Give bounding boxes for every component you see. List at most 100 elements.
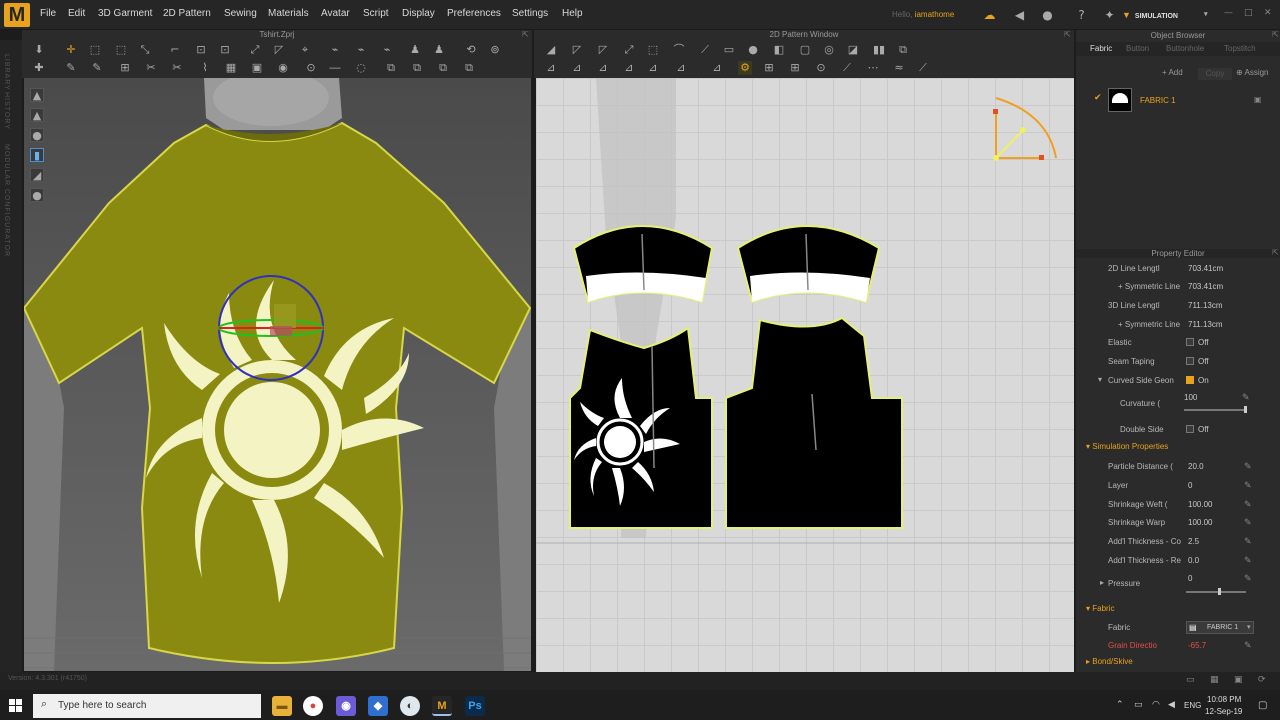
save-icon[interactable]: ▣ <box>1254 95 1262 104</box>
zipper-2d-icon[interactable]: ⟋ <box>916 61 930 75</box>
menu-display[interactable]: Display <box>402 8 435 19</box>
network-icon[interactable]: ▭ <box>1134 700 1143 710</box>
menu-materials[interactable]: Materials <box>268 8 309 19</box>
cut-icon[interactable]: ✂ <box>144 61 158 75</box>
tab-buttonhole[interactable]: Buttonhole <box>1166 44 1204 53</box>
user-icon[interactable]: ● <box>1040 8 1055 22</box>
prop-shrinkage-warp[interactable]: Shrinkage Warp 100.00 ✎ <box>1076 514 1280 532</box>
light-view-icon[interactable]: ● <box>30 188 44 202</box>
tab-modular-configurator[interactable]: MODULAR CONFIGURATOR <box>3 144 10 257</box>
polygon-icon[interactable]: ⬚ <box>646 43 660 57</box>
tack-icon[interactable]: ⌁ <box>380 43 394 57</box>
free-sew-2d-icon[interactable]: ⊿ <box>674 61 688 75</box>
undock-browser-icon[interactable]: ⇱ <box>1272 30 1279 39</box>
3d-viewport[interactable]: ▲ ▲ ● ▮ ◢ ● <box>24 78 531 671</box>
garment-view-icon[interactable]: ▲ <box>30 108 44 122</box>
edit-icon[interactable]: ✎ <box>1244 480 1252 491</box>
pressure-slider[interactable] <box>1186 591 1246 593</box>
menu-2d-pattern[interactable]: 2D Pattern <box>163 8 211 19</box>
menu-script[interactable]: Script <box>363 8 389 19</box>
app-purple-icon[interactable]: ◉ <box>336 696 356 716</box>
tape-icon[interactable]: ⊚ <box>488 43 502 57</box>
taskbar-search-box[interactable]: ⌕ Type here to search <box>33 694 261 718</box>
slider-handle[interactable] <box>1244 406 1247 413</box>
trace-2d-icon[interactable]: ⧉ <box>896 43 910 57</box>
pin-icon[interactable]: ⌖ <box>298 43 312 57</box>
circle-icon[interactable]: ● <box>746 43 760 57</box>
menu-3d-garment[interactable]: 3D Garment <box>98 8 152 19</box>
prop-particle-distance[interactable]: Particle Distance (20.0 ✎ <box>1076 458 1280 476</box>
prop-curved-side[interactable]: ▾ Curved Side Geon On <box>1076 372 1280 390</box>
transform-icon[interactable]: ⬚ <box>114 43 128 57</box>
speaker-icon[interactable]: ◀ <box>1012 8 1027 22</box>
double-side-checkbox[interactable] <box>1186 425 1194 433</box>
graphic-icon[interactable]: ▣ <box>250 61 264 75</box>
edit-icon[interactable]: ✎ <box>1244 555 1252 566</box>
edit-icon[interactable]: ✎ <box>1244 517 1252 528</box>
app-gray-icon[interactable]: ◐ <box>400 696 420 716</box>
slider-handle[interactable] <box>1218 588 1221 595</box>
move-icon[interactable]: ✛ <box>64 43 78 57</box>
tab-library[interactable]: LIBRARY <box>3 54 10 91</box>
sewing-icon[interactable]: ⌁ <box>328 43 342 57</box>
edit-icon[interactable]: ✎ <box>1244 499 1252 510</box>
seam-line-icon[interactable]: ⊿ <box>544 61 558 75</box>
edit-icon[interactable]: ✎ <box>1244 573 1252 584</box>
prop-thickness-collision[interactable]: Add'l Thickness - Co 2.5 ✎ <box>1076 533 1280 551</box>
buttonhole-2d-icon[interactable]: ⊙ <box>814 61 828 75</box>
fold-line-icon[interactable]: ◸ <box>272 43 286 57</box>
edit-curve-icon[interactable]: ⊡ <box>218 43 232 57</box>
undock-icon[interactable]: ⇱ <box>522 30 529 39</box>
shirt-icon[interactable]: ♟ <box>432 43 446 57</box>
grid-icon[interactable]: ▦ <box>1210 675 1219 685</box>
curved-side-checkbox[interactable] <box>1186 376 1194 384</box>
username[interactable]: iamathome <box>915 10 955 19</box>
arrange-icon[interactable]: ⌐ <box>168 43 182 57</box>
panel-icon[interactable]: ▣ <box>1234 675 1243 685</box>
menu-avatar[interactable]: Avatar <box>321 8 350 19</box>
buttonhole-icon[interactable]: ⊙ <box>304 61 318 75</box>
2d-pattern-canvas[interactable] <box>536 78 1074 672</box>
add-button[interactable]: + Add <box>1162 68 1183 77</box>
tray-chevron-icon[interactable]: ⌃ <box>1116 700 1124 710</box>
transform-pattern-icon[interactable]: ◢ <box>544 43 558 57</box>
refresh-icon[interactable]: ⟳ <box>1258 675 1266 685</box>
3d-garment-render[interactable] <box>24 78 531 671</box>
edit-pattern-icon[interactable]: ⊡ <box>194 43 208 57</box>
layout-icon[interactable]: ▭ <box>1186 675 1195 685</box>
edit-icon[interactable]: ✎ <box>1244 536 1252 547</box>
clock-date[interactable]: 12-Sep-19 <box>1205 707 1242 716</box>
prop-layer[interactable]: Layer 0 ✎ <box>1076 477 1280 495</box>
prop-grain-direction[interactable]: Grain Directio -65.7 ✎ <box>1076 637 1280 655</box>
tab-topstitch[interactable]: Topstitch <box>1224 44 1256 53</box>
volume-icon[interactable]: ◀ <box>1168 700 1175 710</box>
windows-start-icon[interactable] <box>9 699 23 713</box>
add-point-icon[interactable]: ⤢ <box>622 43 636 57</box>
prop-elastic[interactable]: Elastic Off <box>1076 334 1280 352</box>
undock-2d-icon[interactable]: ⇱ <box>1064 30 1071 39</box>
select-icon[interactable]: ⬇ <box>32 43 46 57</box>
topstitch-2d-icon[interactable]: ⟋ <box>840 61 854 75</box>
settings-icon[interactable]: ✦ <box>1102 8 1117 22</box>
smooth-icon[interactable]: ✎ <box>90 61 104 75</box>
pin-box-icon[interactable]: ⊞ <box>118 61 132 75</box>
edit-icon[interactable]: ✎ <box>1244 461 1252 472</box>
puckering-2d-icon[interactable]: ≈ <box>892 61 906 75</box>
line-weld-icon[interactable]: ⧉ <box>462 61 476 75</box>
texture-icon[interactable]: ▦ <box>224 61 238 75</box>
seam-taping-icon[interactable]: ⋯ <box>866 61 880 75</box>
fabric-list-item[interactable]: ✔ FABRIC 1 ▣ <box>1076 86 1280 114</box>
menu-settings[interactable]: Settings <box>512 8 548 19</box>
cloud-icon[interactable]: ☁ <box>982 8 997 22</box>
photoshop-icon[interactable]: Ps <box>465 696 485 716</box>
prop-double-side[interactable]: Double Side Off <box>1076 421 1280 439</box>
language-indicator[interactable]: ENG <box>1184 701 1201 710</box>
wifi-icon[interactable]: ◠ <box>1152 700 1160 710</box>
assign-button[interactable]: ⊕ Assign <box>1236 68 1269 77</box>
collapse-icon[interactable]: ▾ <box>1098 375 1102 384</box>
edit-icon[interactable]: ✎ <box>1242 392 1250 403</box>
topstitch-icon[interactable]: ― <box>328 61 342 75</box>
tab-fabric[interactable]: Fabric <box>1090 44 1112 53</box>
avatar-icon[interactable]: ♟ <box>408 43 422 57</box>
sewing-2d-icon[interactable]: ⊿ <box>646 61 660 75</box>
